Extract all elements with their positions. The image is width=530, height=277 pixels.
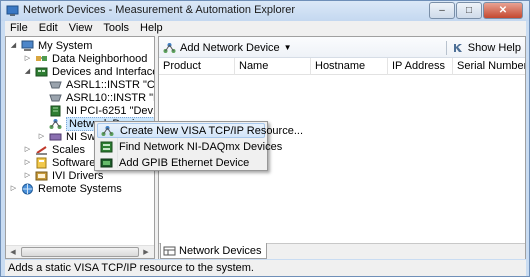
tree-item-remote-systems[interactable]: ▷ Remote Systems: [9, 182, 122, 195]
column-header-product[interactable]: Product: [159, 58, 235, 75]
tab-label: Network Devices: [179, 244, 262, 257]
column-header-serial-number[interactable]: Serial Number: [453, 58, 525, 75]
daqmx-icon: [100, 141, 113, 152]
toolbar-separator: [445, 40, 447, 55]
dropdown-arrow-icon: ▼: [283, 43, 292, 52]
tree-item-ivi-drivers[interactable]: ▷ IVI Drivers: [23, 169, 104, 182]
column-header-hostname[interactable]: Hostname: [311, 58, 388, 75]
add-network-device-label: Add Network Device: [180, 41, 280, 54]
tree-item-label: Software: [52, 156, 96, 169]
menu-bar: File Edit View Tools Help: [5, 21, 526, 36]
tree-item-label: Remote Systems: [38, 182, 122, 195]
tree-item-software[interactable]: ▷ Software: [23, 156, 96, 169]
computer-icon: [21, 40, 34, 51]
menu-edit[interactable]: Edit: [34, 21, 64, 36]
visa-resource-icon: [101, 125, 114, 136]
collapse-icon[interactable]: ◢: [23, 67, 32, 76]
menu-view[interactable]: View: [64, 21, 99, 36]
collapse-icon[interactable]: ◢: [9, 41, 18, 50]
app-window: Network Devices - Measurement & Automati…: [0, 0, 530, 277]
scales-icon: [36, 145, 47, 155]
tree-item-label: ASRL10::INSTR "LPT1": [66, 91, 154, 104]
menu-tools[interactable]: Tools: [98, 21, 135, 36]
expand-icon[interactable]: ▷: [23, 158, 32, 167]
devices-icon: [35, 67, 48, 76]
menu-help[interactable]: Help: [135, 21, 169, 36]
expand-icon[interactable]: ▷: [23, 171, 32, 180]
menu-item-add-gpib-ethernet-device[interactable]: Add GPIB Ethernet Device: [97, 155, 265, 170]
menu-file[interactable]: File: [5, 21, 34, 36]
tree-item-devices-and-interfaces[interactable]: ◢ Devices and Interfaces: [23, 65, 155, 78]
maximize-button[interactable]: □: [456, 2, 482, 19]
menu-item-find-network-daqmx-devices[interactable]: Find Network NI-DAQmx Devices: [97, 139, 282, 154]
data-neighborhood-icon: [36, 55, 47, 61]
remote-systems-icon: [22, 183, 33, 194]
tab-strip: Network Devices: [159, 243, 525, 259]
show-help-button[interactable]: Show Help: [445, 40, 521, 55]
tree-item-asrl1[interactable]: ASRL1::INSTR "COM1": [49, 78, 155, 91]
menu-item-label: Create New VISA TCP/IP Resource...: [120, 124, 304, 137]
switch-icon: [49, 133, 62, 140]
tree-item-my-system[interactable]: ◢ My System: [9, 39, 93, 52]
show-help-label: Show Help: [467, 41, 521, 54]
add-network-device-button[interactable]: Add Network Device ▼: [163, 40, 292, 55]
device-table-header: Product Name Hostname IP Address Serial …: [159, 58, 525, 75]
context-menu: Create New VISA TCP/IP Resource... Find …: [94, 121, 303, 171]
tree-item-label: ASRL1::INSTR "COM1": [66, 78, 155, 91]
expand-icon[interactable]: ▷: [37, 132, 46, 141]
status-bar: Adds a static VISA TCP/IP resource to th…: [5, 260, 526, 276]
network-icon: [163, 246, 176, 255]
tree-item-scales[interactable]: ▷ Scales: [23, 143, 85, 156]
tree-item-label: Devices and Interfaces: [52, 65, 155, 78]
column-header-name[interactable]: Name: [235, 58, 311, 75]
expand-icon[interactable]: ▷: [23, 145, 32, 154]
title-bar[interactable]: Network Devices - Measurement & Automati…: [1, 1, 529, 21]
gpib-icon: [100, 158, 113, 167]
scrollbar-thumb[interactable]: [21, 247, 139, 257]
serial-port-icon: [49, 81, 62, 88]
tree-horizontal-scrollbar[interactable]: ◀ ▶: [6, 245, 154, 258]
tree-item-label: My System: [38, 39, 93, 52]
scroll-left-icon[interactable]: ◀: [7, 247, 19, 258]
ivi-drivers-icon: [35, 171, 48, 180]
software-icon: [36, 157, 47, 168]
tree-item-label: Scales: [52, 143, 86, 156]
network-icon: [49, 118, 62, 129]
column-header-ip-address[interactable]: IP Address: [388, 58, 453, 75]
menu-item-create-visa-tcpip-resource[interactable]: Create New VISA TCP/IP Resource...: [97, 123, 303, 138]
tree-item-label: Data Neighborhood: [52, 52, 148, 65]
daq-board-icon: [50, 105, 61, 116]
app-icon: [6, 5, 19, 16]
help-icon: [453, 43, 462, 52]
add-device-icon: [163, 42, 176, 53]
tree-item-asrl10[interactable]: ASRL10::INSTR "LPT1": [49, 91, 154, 104]
tree-item-ni-pci-6251[interactable]: NI PCI-6251 "Dev1": [49, 104, 155, 117]
scroll-right-icon[interactable]: ▶: [140, 247, 152, 258]
menu-item-label: Add GPIB Ethernet Device: [119, 156, 250, 169]
toolbar: Add Network Device ▼ Show Help: [159, 37, 525, 58]
expand-icon[interactable]: ▷: [9, 184, 18, 193]
tree-item-label: IVI Drivers: [52, 169, 104, 182]
expand-icon[interactable]: ▷: [23, 54, 32, 63]
serial-port-icon: [49, 94, 62, 101]
window-title: Network Devices - Measurement & Automati…: [23, 4, 296, 16]
tree-item-data-neighborhood[interactable]: ▷ Data Neighborhood: [23, 52, 148, 65]
minimize-button[interactable]: –: [429, 2, 455, 19]
close-button[interactable]: ✕: [483, 2, 523, 19]
tab-network-devices[interactable]: Network Devices: [160, 243, 267, 259]
tree-item-label: NI PCI-6251 "Dev1": [66, 104, 155, 117]
menu-item-label: Find Network NI-DAQmx Devices: [119, 140, 283, 153]
